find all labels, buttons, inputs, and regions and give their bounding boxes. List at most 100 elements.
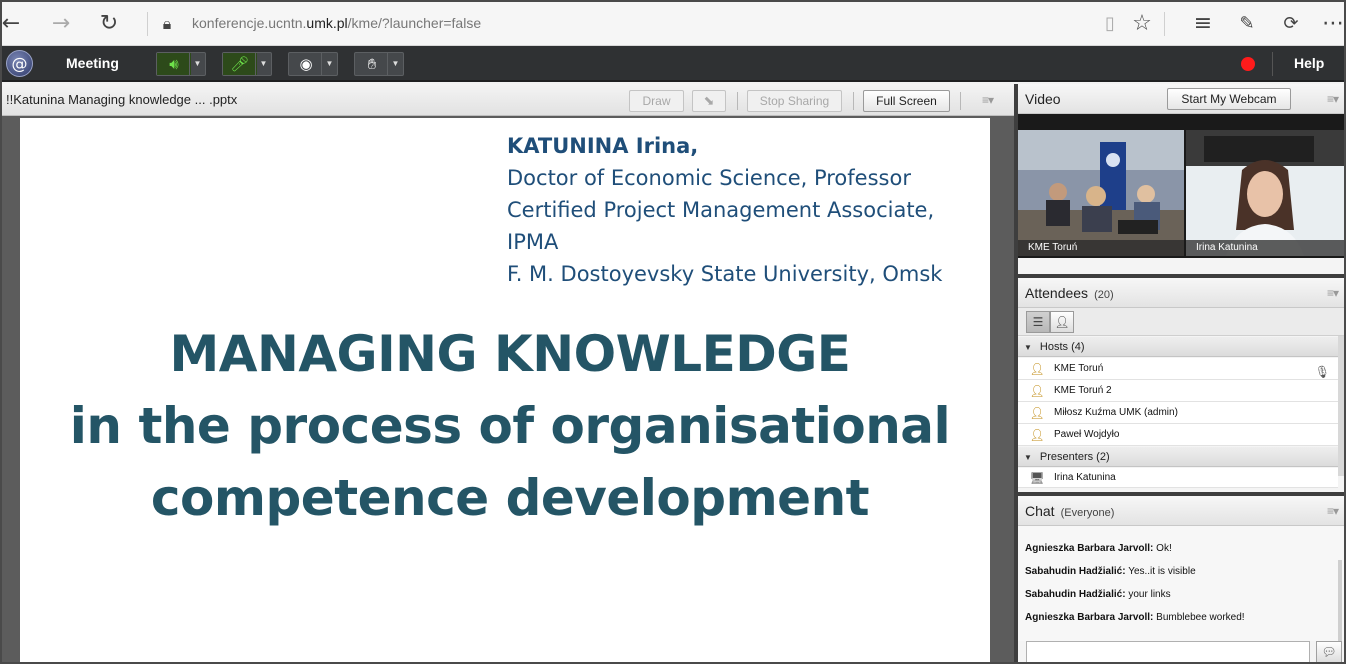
attendees-pod: Attendees (20) ≡▾ ☰ 👤︎ ▼ Hosts (4) 👤︎ KME … [1018, 278, 1344, 492]
hub-icon[interactable]: ≡ [1190, 11, 1216, 37]
video-feed[interactable]: KME Toruń [1018, 130, 1184, 256]
chat-scope: (Everyone) [1060, 507, 1115, 519]
lock-icon: 🔒︎ [162, 14, 172, 33]
app-window: ← → ↻ 🔒︎ konferencje.ucntn.umk.pl/kme/?l… [0, 0, 1346, 664]
chat-input[interactable] [1026, 641, 1310, 662]
stop-sharing-button[interactable]: Stop Sharing [747, 90, 842, 112]
attendee-row[interactable]: 👤︎ Paweł Wojdyło [1018, 424, 1338, 446]
pointer-icon: ⬊ [703, 93, 715, 108]
speaker-button[interactable]: 🔊︎ ▼ [156, 52, 206, 76]
full-screen-button[interactable]: Full Screen [863, 90, 950, 112]
video-feeds: KME Toruń Irina Katunina [1018, 114, 1344, 258]
attendee-row[interactable]: 🖥︎ Irina Katunina [1018, 468, 1338, 488]
send-message-button[interactable]: 💬︎ [1316, 641, 1342, 662]
pointer-button[interactable]: ⬊ [692, 90, 726, 112]
pod-options-icon[interactable]: ≡▾ [1327, 92, 1339, 106]
url-domain: umk.pl [306, 15, 348, 31]
attendees-view-toolbar: ☰ 👤︎ [1018, 308, 1344, 336]
record-icon[interactable] [1241, 57, 1255, 71]
webcam-icon: ◉ [299, 55, 313, 73]
attendees-scrollbar[interactable] [1338, 336, 1344, 476]
attendee-row[interactable]: 👤︎ Miłosz Kuźma UMK (admin) [1018, 402, 1338, 424]
pod-options-icon[interactable]: ≡▾ [1327, 504, 1339, 518]
start-webcam-button[interactable]: Start My Webcam [1167, 88, 1291, 110]
share-icon[interactable]: ⟳ [1278, 11, 1304, 37]
collapse-triangle-icon: ▼ [1024, 453, 1032, 462]
slide-title-line: competence development [150, 469, 870, 527]
slide-title-line: MANAGING KNOWLEDGE [169, 325, 851, 383]
pod-options-icon[interactable]: ≡▾ [1327, 286, 1339, 300]
back-arrow-icon[interactable]: ← [2, 11, 24, 37]
divider [960, 92, 961, 110]
share-pod: !!Katunina Managing knowledge ... .pptx … [2, 84, 1014, 662]
presenter-video [1186, 130, 1344, 256]
divider [737, 92, 738, 110]
attendee-group-hosts[interactable]: ▼ Hosts (4) [1018, 337, 1338, 357]
host-user-icon: 👤︎ [1029, 362, 1045, 376]
divider [853, 92, 854, 110]
browser-toolbar: ← → ↻ 🔒︎ konferencje.ucntn.umk.pl/kme/?l… [2, 2, 1344, 46]
web-note-icon[interactable]: ✎ [1234, 11, 1260, 37]
divider [1164, 12, 1165, 36]
chat-pod-header: Chat (Everyone) ≡▾ [1018, 496, 1344, 526]
raise-hand-button[interactable]: ✋︎ ▼ [354, 52, 404, 76]
attendee-group-presenters[interactable]: ▼ Presenters (2) [1018, 447, 1338, 467]
attendee-name: KME Toruń 2 [1054, 385, 1112, 396]
host-user-icon: 👤︎ [1029, 406, 1045, 420]
url-suffix: /kme/?launcher=false [347, 15, 482, 31]
video-caption: Irina Katunina [1186, 240, 1344, 256]
video-pod-header: Video Start My Webcam ≡▾ [1018, 84, 1344, 114]
address-bar[interactable]: konferencje.ucntn.umk.pl/kme/?launcher=f… [192, 15, 481, 31]
attendees-pod-header: Attendees (20) ≡▾ [1018, 278, 1344, 308]
attendee-row[interactable]: 👤︎ KME Toruń 🎙︎ [1018, 358, 1338, 380]
slide-title-line: in the process of organisational [69, 397, 951, 455]
chat-text: Ok! [1156, 543, 1172, 554]
author-title: Doctor of Economic Science, Professor [507, 166, 911, 190]
chat-title: Chat [1025, 503, 1055, 519]
favorite-star-icon[interactable]: ☆ [1129, 11, 1155, 37]
microphone-muted-icon: 🎤︎ [223, 53, 257, 75]
chevron-down-icon[interactable]: ▼ [321, 53, 337, 75]
attendees-count: (20) [1094, 289, 1114, 301]
connect-logo-icon: @ [6, 50, 33, 77]
chat-text: Bumblebee worked! [1156, 612, 1245, 623]
chat-text: Yes..it is visible [1128, 566, 1196, 577]
chat-pod: Chat (Everyone) ≡▾ Agnieszka Barbara Jarv… [1018, 496, 1344, 662]
chevron-down-icon[interactable]: ▼ [387, 53, 403, 75]
webcam-button[interactable]: ◉ ▼ [288, 52, 338, 76]
refresh-icon[interactable]: ↻ [96, 11, 122, 37]
attendee-row[interactable]: 👤︎ KME Toruń 2 [1018, 380, 1338, 402]
chat-message: Agnieszka Barbara Jarvoll: Ok! [1025, 543, 1172, 554]
group-label: Hosts (4) [1039, 341, 1085, 353]
draw-button[interactable]: Draw [629, 90, 684, 112]
chevron-down-icon[interactable]: ▼ [189, 53, 205, 75]
presenter-user-icon: 🖥︎ [1029, 471, 1045, 485]
speech-bubble-icon: 💬︎ [1321, 645, 1337, 659]
attendee-name: Miłosz Kuźma UMK (admin) [1054, 407, 1178, 418]
list-view-icon[interactable]: ☰ [1026, 311, 1050, 333]
divider [1272, 52, 1273, 76]
host-user-icon: 👤︎ [1029, 384, 1045, 398]
attendee-name: Irina Katunina [1054, 472, 1116, 483]
meeting-menu[interactable]: Meeting [66, 55, 119, 71]
help-menu[interactable]: Help [1294, 55, 1324, 71]
share-pod-header: !!Katunina Managing knowledge ... .pptx … [2, 84, 1014, 116]
more-icon[interactable]: ⋯ [1320, 11, 1344, 37]
chat-message: Agnieszka Barbara Jarvoll: Bumblebee wor… [1025, 612, 1245, 623]
author-certification: Certified Project Management Associate, … [507, 198, 935, 254]
video-feed[interactable]: Irina Katunina [1186, 130, 1344, 256]
microphone-button[interactable]: 🎤︎ ▼ [222, 52, 272, 76]
chevron-down-icon[interactable]: ▼ [255, 53, 271, 75]
pod-options-icon[interactable]: ≡▾ [982, 93, 994, 107]
reading-view-icon[interactable]: ▯ [1097, 11, 1123, 37]
forward-arrow-icon[interactable]: → [48, 11, 74, 37]
chat-sender: Agnieszka Barbara Jarvoll: [1025, 543, 1154, 554]
attendee-name: Paweł Wojdyło [1054, 429, 1120, 440]
video-pod-title: Video [1025, 91, 1061, 107]
chat-sender: Sabahudin Hadžialić: [1025, 589, 1126, 600]
share-pod-margin [990, 118, 1014, 662]
person-raise-hand-icon: ✋︎ [367, 55, 377, 73]
collapse-triangle-icon: ▼ [1024, 343, 1032, 352]
status-view-icon[interactable]: 👤︎ [1050, 311, 1074, 333]
slide-title: MANAGING KNOWLEDGE in the process of org… [20, 318, 1000, 534]
